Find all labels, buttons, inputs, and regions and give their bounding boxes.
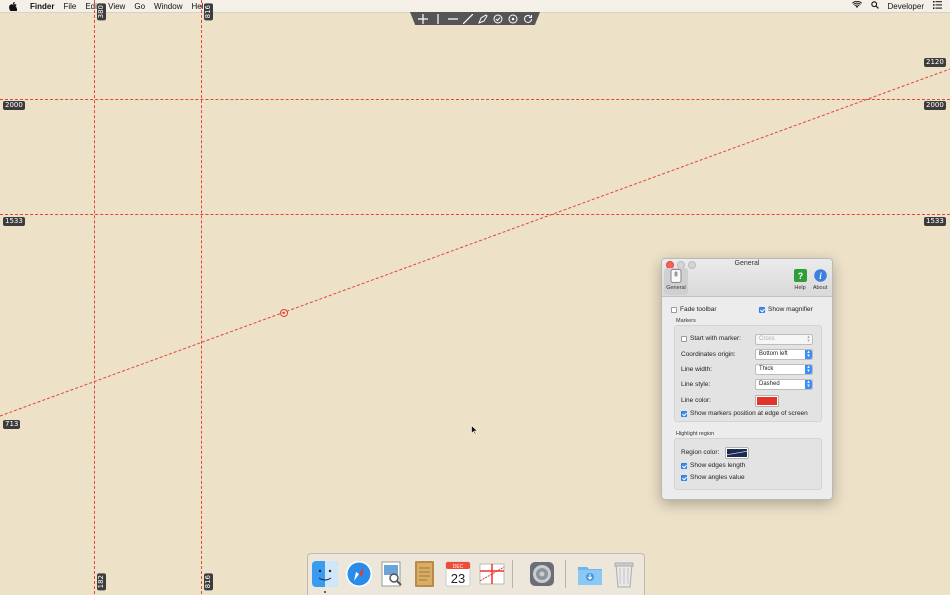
dock: DEC 23 — [307, 553, 645, 595]
checkbox-box[interactable] — [681, 474, 687, 481]
region-color-well[interactable] — [725, 447, 749, 459]
line-style-label: Line style: — [681, 381, 711, 388]
line-color-label: Line color: — [681, 397, 711, 404]
coordinates-origin-label: Coordinates origin: — [681, 351, 736, 358]
coordinate-label: 2120 — [924, 58, 946, 67]
ruler-toolbar — [410, 12, 540, 25]
tab-about[interactable]: i About — [808, 268, 832, 295]
tab-help-label: Help — [794, 285, 806, 291]
calendar-month: DEC — [453, 564, 464, 570]
coordinate-label: 816 — [204, 573, 213, 591]
tab-general-label: General — [666, 285, 686, 291]
highlight-region-section-title: Highlight region — [676, 431, 715, 437]
chevron-updown-icon: ▴ ▾ — [807, 334, 810, 344]
line-width-select[interactable]: Thick ▴ ▾ — [755, 364, 813, 375]
coordinate-label: 2000 — [924, 101, 946, 110]
rotate-icon[interactable] — [522, 13, 534, 25]
calendar-day: 23 — [451, 571, 465, 586]
mouse-cursor-icon — [471, 424, 479, 437]
region-color-label: Region color: — [681, 449, 720, 456]
chevron-updown-icon: ▴ ▾ — [805, 350, 812, 359]
check-icon[interactable] — [492, 13, 504, 25]
tab-general[interactable]: General — [664, 268, 688, 295]
window-titlebar: General General ? Help i About — [662, 259, 832, 297]
svg-text:?: ? — [797, 271, 803, 281]
help-icon: ? — [793, 268, 808, 283]
coordinate-label: 816 — [204, 3, 213, 21]
trash-icon[interactable] — [610, 559, 638, 589]
line-width-label: Line width: — [681, 366, 713, 373]
line-color-well[interactable] — [755, 395, 779, 407]
ruler-app-icon[interactable] — [478, 559, 506, 589]
show-edges-length-checkbox[interactable]: Show edges length — [681, 462, 745, 469]
marker-type-select[interactable]: Cross ▴ ▾ — [755, 334, 813, 345]
line-style-select[interactable]: Dashed ▴ ▾ — [755, 379, 813, 390]
markers-section-title: Markers — [676, 318, 696, 324]
checkbox-label: Show markers position at edge of screen — [690, 410, 808, 417]
coordinate-label: 713 — [3, 420, 21, 429]
checkbox-label: Show magnifier — [768, 306, 813, 313]
chevron-updown-icon: ▴ ▾ — [805, 365, 812, 374]
checkbox-box[interactable] — [681, 462, 687, 469]
checkbox-box[interactable] — [681, 335, 687, 342]
region-color-fill — [727, 449, 747, 457]
finder-icon[interactable] — [311, 559, 339, 589]
pen-icon[interactable] — [477, 13, 489, 25]
window-title: General — [734, 260, 760, 267]
coordinate-label: 1533 — [3, 217, 25, 226]
system-preferences-icon[interactable] — [528, 559, 556, 589]
checkbox-label: Fade toolbar — [680, 306, 717, 313]
coordinate-label: 182 — [97, 573, 106, 591]
calendar-icon[interactable]: DEC 23 — [444, 559, 472, 589]
notes-icon[interactable] — [410, 559, 438, 589]
checkbox-box[interactable] — [681, 410, 687, 417]
chevron-updown-icon: ▴ ▾ — [805, 380, 812, 389]
start-with-marker-checkbox[interactable]: Start with marker: — [681, 335, 741, 342]
safari-icon[interactable] — [345, 559, 373, 589]
preview-icon[interactable] — [377, 559, 405, 589]
line-color-fill — [757, 397, 777, 405]
select-value: Bottom left — [759, 351, 788, 357]
marker-point-icon[interactable] — [280, 309, 288, 317]
diagonal-line-icon[interactable] — [462, 13, 474, 25]
add-marker-icon[interactable] — [417, 13, 429, 25]
checkbox-label: Show edges length — [690, 462, 746, 469]
show-angles-value-checkbox[interactable]: Show angles value — [681, 474, 745, 481]
coordinate-label: 2000 — [3, 101, 25, 110]
coordinate-label: 1533 — [924, 217, 946, 226]
checkbox-box[interactable] — [759, 306, 765, 313]
checkbox-label: Start with marker: — [690, 335, 741, 342]
info-icon: i — [813, 268, 828, 283]
select-value: Thick — [759, 366, 774, 372]
vertical-line-icon[interactable] — [432, 13, 444, 25]
show-magnifier-checkbox[interactable]: Show magnifier — [759, 306, 813, 313]
coordinate-label: 380 — [97, 3, 106, 21]
preferences-window: General General ? Help i About Fade tool… — [661, 258, 833, 500]
settings-circle-icon[interactable] — [507, 13, 519, 25]
checkbox-box[interactable] — [671, 306, 677, 313]
show-markers-position-checkbox[interactable]: Show markers position at edge of screen — [681, 410, 808, 417]
horizontal-line-icon[interactable] — [447, 13, 459, 25]
coordinates-origin-select[interactable]: Bottom left ▴ ▾ — [755, 349, 813, 360]
select-value: Cross — [759, 336, 775, 342]
select-value: Dashed — [759, 381, 780, 387]
downloads-folder-icon[interactable] — [576, 559, 604, 589]
fade-toolbar-checkbox[interactable]: Fade toolbar — [671, 306, 717, 313]
general-switch-icon — [669, 268, 684, 283]
tab-about-label: About — [812, 285, 828, 291]
checkbox-label: Show angles value — [690, 474, 745, 481]
